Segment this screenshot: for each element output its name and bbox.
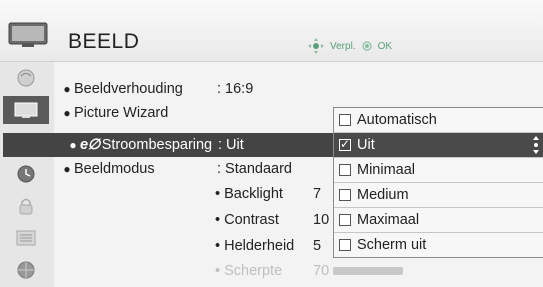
option-label: Automatisch (357, 112, 437, 128)
rail-network-item[interactable] (3, 256, 49, 284)
setting-label: • Backlight (215, 186, 283, 202)
setting-label: • Contrast (215, 212, 279, 228)
ok-button-icon (361, 41, 372, 51)
option-automatic[interactable]: Automatisch (334, 108, 543, 132)
option-label: Uit (357, 137, 375, 153)
tv-osd-menu: BEELD Verpl. OK ● Beeldverhouding: 16:9… (0, 0, 543, 287)
option-minimal[interactable]: Minimaal (334, 157, 543, 182)
navigation-hint: Verpl. OK (308, 38, 392, 54)
setting-aspect-ratio[interactable]: ● Beeldverhouding : 16:9 (60, 77, 253, 101)
setting-sharpness[interactable]: • Scherpte 70 (215, 259, 403, 283)
rail-lock-item[interactable] (3, 192, 49, 220)
setting-value: 10 (313, 212, 330, 228)
clock-icon (17, 165, 35, 183)
scroll-arrows-icon (533, 136, 539, 154)
setting-label: Beeldverhouding (74, 81, 183, 97)
category-rail (0, 62, 54, 287)
checkbox-icon (339, 164, 351, 176)
rail-time-item[interactable] (3, 160, 49, 188)
tv-icon (14, 102, 38, 118)
checkbox-checked-icon: ✓ (339, 137, 351, 151)
rail-tv-item[interactable] (3, 96, 49, 124)
setting-value: 70 (313, 263, 330, 279)
setting-label: • Scherpte (215, 263, 283, 279)
sharpness-slider[interactable] (333, 267, 403, 275)
option-label: Minimaal (357, 162, 416, 178)
bullet-icon: ● (63, 82, 71, 96)
setting-value: : Standaard (217, 161, 292, 177)
hint-ok-label: OK (377, 40, 393, 52)
setting-contrast[interactable]: • Contrast 10 (215, 208, 329, 232)
bullet-icon: ● (69, 138, 77, 152)
setting-value: 7 (313, 186, 322, 202)
option-label: Maximaal (357, 212, 420, 228)
setting-picture-mode[interactable]: ● Beeldmodus : Standaard (60, 157, 292, 181)
checkbox-icon (339, 189, 351, 201)
bullet-icon: ● (63, 162, 71, 176)
eco-logo-icon: e∅ (80, 137, 100, 153)
menu-header: BEELD Verpl. OK (0, 0, 543, 62)
setting-label: Stroombesparing (101, 137, 213, 153)
option-screen-off[interactable]: Scherm uit (334, 232, 543, 257)
options-icon (16, 230, 36, 246)
setting-brightness[interactable]: • Helderheid 5 (215, 234, 321, 258)
setting-label: Beeldmodus (74, 161, 155, 177)
checkbox-icon (339, 114, 351, 126)
lock-icon (19, 198, 33, 215)
option-maximal[interactable]: Maximaal (334, 207, 543, 232)
checkbox-icon (339, 239, 351, 251)
tv-icon (8, 22, 48, 47)
energy-saving-dropdown: Automatisch ✓ Uit Minimaal Medium Maxima… (333, 107, 543, 258)
network-icon (17, 261, 35, 279)
setting-value: : 16:9 (217, 81, 254, 97)
setting-backlight[interactable]: • Backlight 7 (215, 182, 321, 206)
page-title: BEELD (68, 30, 140, 53)
option-off[interactable]: ✓ Uit (334, 132, 543, 157)
dpad-icon (308, 38, 324, 54)
rail-picture-item[interactable] (3, 64, 49, 92)
setting-label: • Helderheid (215, 238, 295, 254)
hint-move-label: Verpl. (330, 40, 356, 52)
picture-icon (17, 69, 35, 87)
option-medium[interactable]: Medium (334, 182, 543, 207)
checkbox-icon (339, 214, 351, 226)
setting-value: 5 (313, 238, 322, 254)
setting-value: : Uit (218, 137, 244, 153)
setting-label: Picture Wizard (74, 105, 169, 121)
option-label: Medium (357, 187, 409, 203)
rail-options-item[interactable] (3, 224, 49, 252)
bullet-icon: ● (63, 106, 71, 120)
setting-picture-wizard[interactable]: ● Picture Wizard (60, 101, 168, 125)
option-label: Scherm uit (357, 237, 427, 253)
